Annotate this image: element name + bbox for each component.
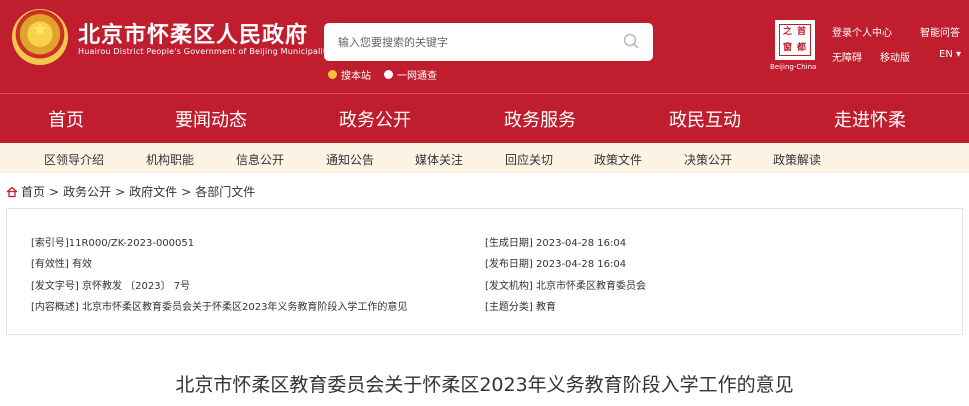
breadcrumb-home[interactable]: 首页 [21,183,45,200]
search-box [324,23,653,61]
search-input[interactable] [338,33,608,51]
site-header: ★ 北京市怀柔区人民政府 Huairou District People's G… [0,0,969,93]
subnav-leaders[interactable]: 区领导介绍 [44,151,104,168]
site-subtitle: Huairou District People's Government of … [78,47,332,56]
search-option-site[interactable]: 搜本站 [328,67,371,82]
home-icon [6,186,18,197]
radio-selected-icon [328,70,337,79]
search-icon[interactable] [622,32,640,50]
smart-qa-link[interactable]: 智能问答 [920,24,960,39]
capital-window-logo[interactable]: 首 都 之 窗 [775,20,815,60]
subnav-notices[interactable]: 通知公告 [326,151,374,168]
subnav-policy-docs[interactable]: 政策文件 [594,151,642,168]
breadcrumb-gov-affairs[interactable]: 政务公开 [63,183,111,200]
radio-unselected-icon [384,70,393,79]
subnav-decisions[interactable]: 决策公开 [684,151,732,168]
national-emblem-icon: ★ [12,9,68,65]
breadcrumb: 首页 > 政务公开 > 政府文件 > 各部门文件 [6,183,255,200]
main-nav: 首页 要闻动态 政务公开 政务服务 政民互动 走进怀柔 [0,93,969,143]
nav-news[interactable]: 要闻动态 [175,106,247,132]
info-validity: [有效性] 有效 [31,259,92,270]
seal-caption: Beijing-China [770,63,817,71]
sub-nav: 区领导介绍 机构职能 信息公开 通知公告 媒体关注 回应关切 政策文件 决策公开… [0,143,969,173]
breadcrumb-gov-docs[interactable]: 政府文件 [129,183,177,200]
subnav-interpretation[interactable]: 政策解读 [773,151,821,168]
nav-interaction[interactable]: 政民互动 [669,106,741,132]
breadcrumb-dept-docs[interactable]: 各部门文件 [195,183,255,200]
accessibility-link[interactable]: 无障碍 [832,49,862,64]
info-summary: [内容概述] 北京市怀柔区教育委员会关于怀柔区2023年义务教育阶段入学工作的意… [31,302,408,313]
document-info-box: [索引号]11R000/ZK-2023-000051 [有效性] 有效 [发文字… [6,208,963,335]
document-title: 北京市怀柔区教育委员会关于怀柔区2023年义务教育阶段入学工作的意见 [175,374,794,396]
info-index-number: [索引号]11R000/ZK-2023-000051 [31,238,195,249]
subnav-disclosure[interactable]: 信息公开 [236,151,284,168]
info-published-date: [发布日期] 2023-04-28 16:04 [485,259,627,270]
search-option-all[interactable]: 一网通查 [384,67,437,82]
nav-gov-affairs[interactable]: 政务公开 [339,106,411,132]
login-link[interactable]: 登录个人中心 [832,24,892,39]
info-doc-number: [发文字号] 京怀教发 〔2023〕 7号 [31,281,191,292]
language-switch[interactable]: EN ▾ [939,49,961,60]
subnav-responses[interactable]: 回应关切 [505,151,553,168]
subnav-media[interactable]: 媒体关注 [415,151,463,168]
info-issuer: [发文机构] 北京市怀柔区教育委员会 [485,281,646,292]
nav-home[interactable]: 首页 [48,106,84,132]
info-category: [主题分类] 教育 [485,302,556,313]
mobile-link[interactable]: 移动版 [880,49,910,64]
site-title[interactable]: 北京市怀柔区人民政府 [78,17,308,49]
info-created-date: [生成日期] 2023-04-28 16:04 [485,238,627,249]
nav-about[interactable]: 走进怀柔 [834,106,906,132]
subnav-functions[interactable]: 机构职能 [146,151,194,168]
nav-services[interactable]: 政务服务 [504,106,576,132]
